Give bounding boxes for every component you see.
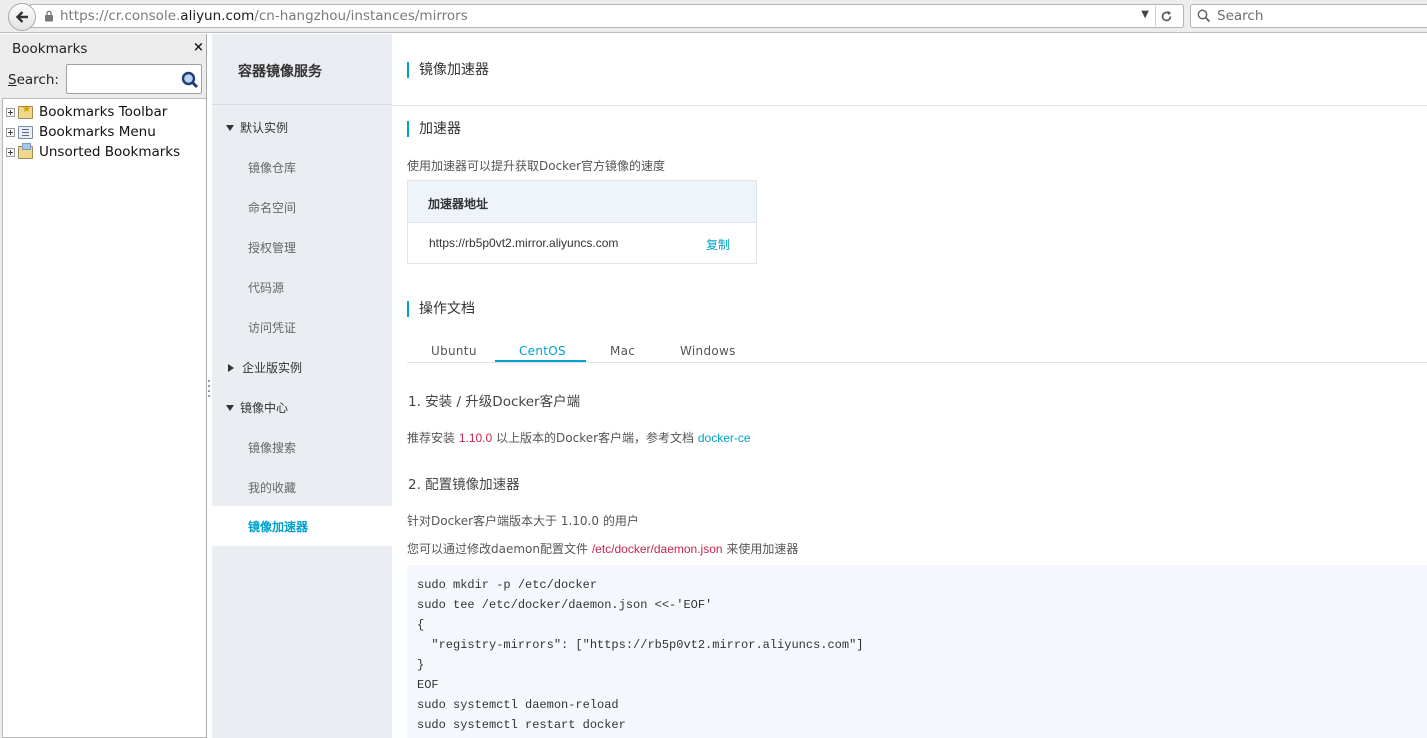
arrow-left-icon xyxy=(15,11,28,23)
nav-item-image-search[interactable]: 镜像搜索 xyxy=(248,439,296,456)
caret-right-icon xyxy=(228,363,234,372)
step2-title: 2. 配置镜像加速器 xyxy=(408,477,520,493)
accelerator-table-row: https://rb5p0vt2.mirror.aliyuncs.com 复制 xyxy=(408,223,756,263)
bookmarks-tree: Bookmarks Toolbar Bookmarks Menu Unsorte… xyxy=(2,98,206,738)
folder-unsorted-icon xyxy=(18,142,33,159)
docs-section-title: 操作文档 xyxy=(407,301,475,317)
close-icon[interactable]: × xyxy=(193,40,204,55)
code-line: EOF xyxy=(417,678,439,692)
docker-ce-link[interactable]: docker-ce xyxy=(698,431,751,445)
nav-group-default[interactable]: 默认实例 xyxy=(226,119,288,136)
step1-title: 1. 安装 / 升级Docker客户端 xyxy=(408,394,581,410)
nav-item-credentials[interactable]: 访问凭证 xyxy=(248,319,296,336)
step2-description-config: 您可以通过修改daemon配置文件 /etc/docker/daemon.jso… xyxy=(407,542,799,556)
tab-centos[interactable]: CentOS xyxy=(519,344,566,358)
caret-down-icon xyxy=(226,124,234,131)
nav-divider xyxy=(212,104,392,105)
code-line: { xyxy=(417,618,425,632)
search-placeholder: Search xyxy=(1217,8,1264,24)
caret-down-icon xyxy=(226,404,234,411)
recommended-version: 1.10.0 xyxy=(458,431,493,445)
accelerator-table: 加速器地址 https://rb5p0vt2.mirror.aliyuncs.c… xyxy=(407,180,757,264)
tab-ubuntu[interactable]: Ubuntu xyxy=(431,344,477,358)
back-button[interactable] xyxy=(8,3,36,31)
bookmark-folder-menu[interactable]: Bookmarks Menu xyxy=(3,122,206,142)
folder-star-icon xyxy=(18,104,33,119)
code-line: sudo mkdir -p /etc/docker xyxy=(417,578,598,592)
search-icon xyxy=(181,71,199,89)
url-text: https://cr.console.aliyun.com/cn-hangzho… xyxy=(60,8,468,24)
folder-menu-icon xyxy=(18,125,33,139)
code-line: sudo systemctl daemon-reload xyxy=(417,698,619,712)
step2-description-version: 针对Docker客户端版本大于 1.10.0 的用户 xyxy=(407,514,639,528)
copy-link[interactable]: 复制 xyxy=(706,236,730,253)
reload-icon[interactable] xyxy=(1155,6,1177,26)
nav-group-center[interactable]: 镜像中心 xyxy=(226,399,288,416)
browser-toolbar: https://cr.console.aliyun.com/cn-hangzho… xyxy=(0,0,1427,33)
page-title: 镜像加速器 xyxy=(407,62,489,78)
nav-item-accelerator[interactable]: 镜像加速器 xyxy=(212,506,392,546)
bookmark-folder-unsorted[interactable]: Unsorted Bookmarks xyxy=(3,142,206,162)
code-line: } xyxy=(417,658,425,672)
os-tabs: Ubuntu CentOS Mac Windows xyxy=(407,340,1427,363)
accelerator-description: 使用加速器可以提升获取Docker官方镜像的速度 xyxy=(407,159,666,173)
search-icon xyxy=(1197,9,1211,23)
bookmarks-sidebar: Bookmarks × Search: Bookmarks Toolbar Bo… xyxy=(0,34,207,738)
main-content: 镜像加速器 加速器 使用加速器可以提升获取Docker官方镜像的速度 加速器地址… xyxy=(392,34,1427,738)
accelerator-url: https://rb5p0vt2.mirror.aliyuncs.com xyxy=(429,236,619,250)
daemon-json-path: /etc/docker/daemon.json xyxy=(591,542,723,556)
code-line: sudo systemctl restart docker xyxy=(417,718,626,732)
console-nav: 容器镜像服务 默认实例 镜像仓库 命名空间 授权管理 代码源 访问凭证 企业版实… xyxy=(212,34,392,738)
bookmarks-title: Bookmarks xyxy=(12,41,88,57)
nav-item-namespaces[interactable]: 命名空间 xyxy=(248,199,296,216)
search-bar[interactable]: Search xyxy=(1190,4,1427,28)
nav-item-code-source[interactable]: 代码源 xyxy=(248,279,284,296)
url-bar[interactable]: https://cr.console.aliyun.com/cn-hangzho… xyxy=(30,4,1184,28)
accelerator-table-header: 加速器地址 xyxy=(408,181,756,223)
nav-item-favorites[interactable]: 我的收藏 xyxy=(248,479,296,496)
nav-item-authorization[interactable]: 授权管理 xyxy=(248,239,296,256)
expand-icon[interactable] xyxy=(6,147,15,157)
tab-windows[interactable]: Windows xyxy=(680,344,736,358)
code-block[interactable]: sudo mkdir -p /etc/docker sudo tee /etc/… xyxy=(407,565,1427,738)
bookmarks-search-input[interactable] xyxy=(66,64,202,94)
step1-description: 推荐安装 1.10.0 以上版本的Docker客户端，参考文档 docker-c… xyxy=(407,431,751,445)
page-header: 镜像加速器 xyxy=(392,34,1427,106)
lock-icon xyxy=(45,10,53,22)
tab-mac[interactable]: Mac xyxy=(610,344,635,358)
nav-group-enterprise[interactable]: 企业版实例 xyxy=(226,359,302,376)
code-line: sudo tee /etc/docker/daemon.json <<-'EOF… xyxy=(417,598,713,612)
bookmarks-search-label: Search: xyxy=(8,72,59,88)
bookmark-folder-toolbar[interactable]: Bookmarks Toolbar xyxy=(3,102,206,122)
expand-icon[interactable] xyxy=(6,107,15,117)
nav-title: 容器镜像服务 xyxy=(238,64,322,80)
active-tab-indicator xyxy=(495,360,586,362)
accelerator-section-title: 加速器 xyxy=(407,121,461,137)
nav-item-repositories[interactable]: 镜像仓库 xyxy=(248,159,296,176)
expand-icon[interactable] xyxy=(6,127,15,137)
sidebar-resize-handle[interactable] xyxy=(207,380,211,400)
chevron-down-icon[interactable]: ▼ xyxy=(1141,9,1149,20)
code-line: "registry-mirrors": ["https://rb5p0vt2.m… xyxy=(417,638,864,652)
